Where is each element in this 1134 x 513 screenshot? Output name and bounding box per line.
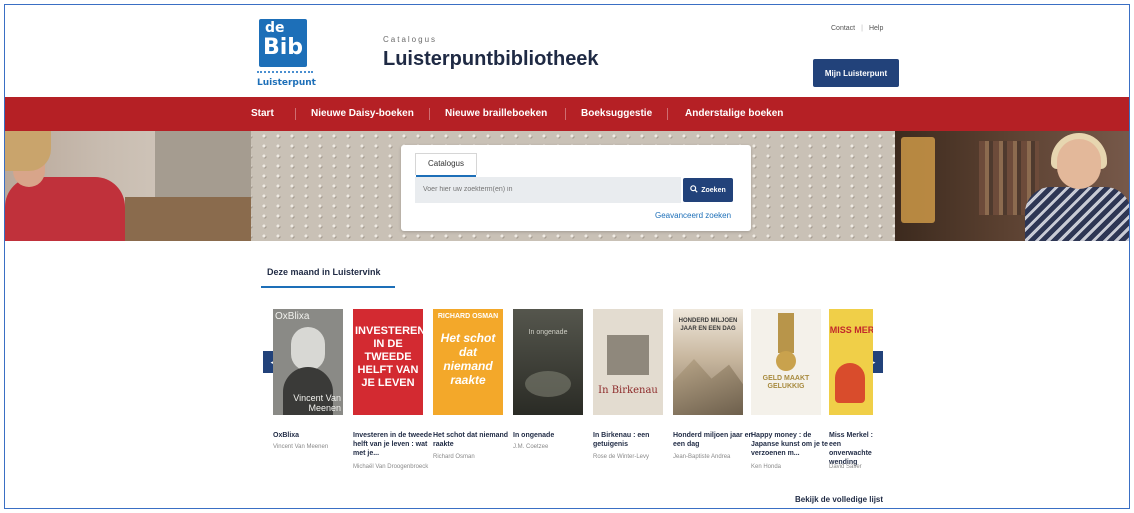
photo-lamp xyxy=(901,137,935,223)
photo-shirt xyxy=(5,177,125,241)
site-header: de Bib Luisterpunt Catalogus Luisterpunt… xyxy=(5,5,1129,97)
book-title[interactable]: Honderd miljoen jaar en een dag xyxy=(673,431,753,449)
book-author: Richard Osman xyxy=(433,454,475,460)
hero-photo-woman xyxy=(895,131,1129,241)
tab-catalogus[interactable]: Catalogus xyxy=(415,153,477,177)
logo-de: de xyxy=(265,20,285,36)
book-cover[interactable]: RICHARD OSMAN Het schot dat niemand raak… xyxy=(433,309,503,415)
cover-title: In ongenade xyxy=(528,329,568,336)
photo-table xyxy=(125,197,251,241)
book-cover[interactable]: GELD MAAKT GELUKKIG xyxy=(751,309,821,415)
utility-links: Contact | Help xyxy=(831,25,883,32)
book-cover[interactable]: In Birkenau xyxy=(593,309,663,415)
nav-item-anderstalig[interactable]: Anderstalige boeken xyxy=(685,97,783,131)
de-bib-logo[interactable]: de Bib Luisterpunt xyxy=(257,19,316,91)
book-author: J.M. Coetzee xyxy=(513,444,549,450)
catalog-label: Catalogus xyxy=(383,35,438,44)
logo-bib: Bib xyxy=(263,35,304,60)
book-cover[interactable]: MISS MERKEL xyxy=(829,309,873,415)
cover-title: OxBlixa xyxy=(275,311,310,322)
book-cover[interactable]: INVESTEREN IN DE TWEEDE HELFT VAN JE LEV… xyxy=(353,309,423,415)
book-title[interactable]: Investeren in de tweede helft van je lev… xyxy=(353,431,433,458)
page-title: Luisterpuntbibliotheek xyxy=(383,48,599,70)
cover-coin xyxy=(776,351,796,371)
nav-separator xyxy=(429,108,430,120)
cover-photo xyxy=(607,335,649,375)
book-title[interactable]: In ongenade xyxy=(513,431,593,440)
help-link[interactable]: Help xyxy=(869,25,883,32)
contact-link[interactable]: Contact xyxy=(831,25,855,32)
cover-ribbon xyxy=(778,313,794,353)
cover-title: HONDERD MILJOEN JAAR EN EEN DAG xyxy=(678,318,738,332)
book-title[interactable]: OxBlixa xyxy=(273,431,353,440)
full-list-link[interactable]: Bekijk de volledige lijst xyxy=(795,495,883,504)
logo-mark: de Bib xyxy=(259,19,307,67)
nav-separator xyxy=(295,108,296,120)
nav-item-start[interactable]: Start xyxy=(251,97,274,131)
book-author: Jean-Baptiste Andrea xyxy=(673,454,731,460)
book-cover[interactable]: HONDERD MILJOEN JAAR EN EEN DAG xyxy=(673,309,743,415)
advanced-search-link[interactable]: Geavanceerd zoeken xyxy=(655,211,731,220)
search-button[interactable]: Zoeken xyxy=(683,178,733,202)
nav-separator xyxy=(565,108,566,120)
nav-item-daisy[interactable]: Nieuwe Daisy-boeken xyxy=(311,97,414,131)
book-author: David Safier xyxy=(829,464,862,470)
book-author: Rose de Winter-Levy xyxy=(593,454,650,460)
tab-catalogus-label: Catalogus xyxy=(427,159,465,168)
my-luisterpunt-button[interactable]: Mijn Luisterpunt xyxy=(813,59,899,87)
book-author: Ken Honda xyxy=(751,464,782,470)
search-card: Catalogus Zoeken Geavanceerd zoeken xyxy=(401,145,751,231)
photo-face xyxy=(1057,139,1101,189)
book-title[interactable]: Het schot dat niemand raakte xyxy=(433,431,513,449)
tab-deze-maand[interactable]: Deze maand in Luistervink xyxy=(267,267,381,277)
search-input[interactable] xyxy=(415,177,681,203)
cover-title: GELD MAAKT GELUKKIG xyxy=(762,375,810,390)
photo-wall xyxy=(155,131,251,197)
cover-author: Vincent Van Meenen xyxy=(293,393,341,413)
cover-illustration xyxy=(835,363,865,403)
cover-portrait xyxy=(291,327,325,371)
logo-braille-dots xyxy=(257,71,313,75)
photo-body xyxy=(1025,187,1129,241)
main-nav: Start Nieuwe Daisy-boeken Nieuwe braille… xyxy=(5,97,1129,131)
search-icon xyxy=(690,185,698,195)
nav-item-braille[interactable]: Nieuwe brailleboeken xyxy=(445,97,547,131)
cover-mountains xyxy=(673,359,743,415)
cover-title: In Birkenau xyxy=(598,385,658,396)
book-title[interactable]: Miss Merkel : een onverwachte wending xyxy=(829,431,875,467)
cover-title: MISS MERKEL xyxy=(829,325,873,335)
photo-hair xyxy=(5,131,51,171)
book-cover[interactable]: OxBlixa Vincent Van Meenen xyxy=(273,309,343,415)
cover-author: RICHARD OSMAN xyxy=(437,313,499,320)
search-button-label: Zoeken xyxy=(701,186,726,194)
cover-illustration xyxy=(525,371,571,397)
cover-title: INVESTEREN IN DE TWEEDE HELFT VAN JE LEV… xyxy=(355,325,423,389)
logo-luisterpunt: Luisterpunt xyxy=(257,78,316,88)
book-cover[interactable]: In ongenade xyxy=(513,309,583,415)
hero-banner: Catalogus Zoeken Geavanceerd zoeken xyxy=(5,131,1129,241)
hero-photo-child xyxy=(5,131,251,241)
browser-frame: de Bib Luisterpunt Catalogus Luisterpunt… xyxy=(4,4,1130,509)
nav-item-suggestie[interactable]: Boeksuggestie xyxy=(581,97,652,131)
book-title[interactable]: In Birkenau : een getuigenis xyxy=(593,431,673,449)
util-separator: | xyxy=(861,25,863,32)
book-author: Vincent Van Meenen xyxy=(273,444,329,450)
nav-separator xyxy=(667,108,668,120)
tab-active-indicator xyxy=(261,286,395,288)
book-author: Michaël Van Droogenbroeck xyxy=(353,464,429,470)
book-title[interactable]: Happy money : de Japanse kunst om je te … xyxy=(751,431,831,458)
cover-title: Het schot dat niemand raakte xyxy=(440,331,496,387)
